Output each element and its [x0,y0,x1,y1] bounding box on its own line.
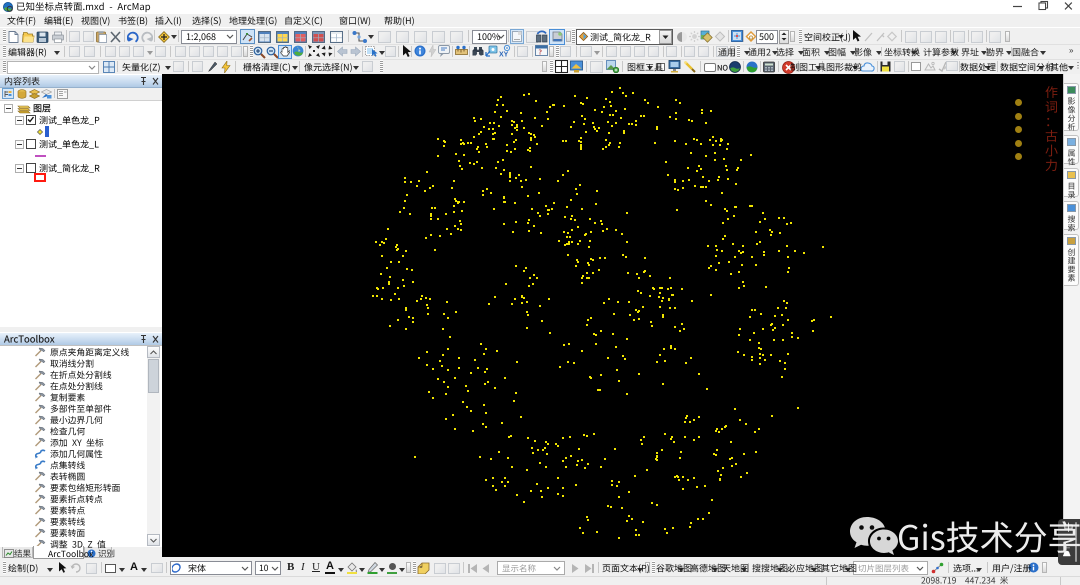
svg-text:XY: XY [499,52,509,58]
svg-text:?: ? [539,49,543,57]
